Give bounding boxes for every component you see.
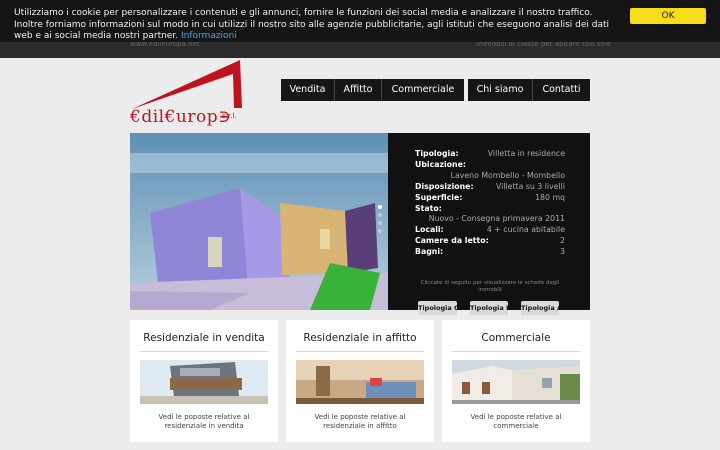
cookie-ok-button[interactable]: OK	[630, 8, 706, 24]
detail-value: 3	[560, 247, 565, 257]
tab-tipologia-a[interactable]: Tipologia A	[521, 301, 559, 315]
tabs-hint: Cliccate di seguito per visualizzare le …	[420, 280, 560, 293]
card-title[interactable]: Residenziale in affitto	[286, 332, 434, 344]
nav-chi-siamo[interactable]: Chi siamo	[468, 79, 533, 101]
detail-label: Stato:	[415, 203, 442, 213]
detail-label: Locali:	[415, 225, 444, 235]
tab-tipologia-b[interactable]: Tipologia B	[470, 301, 508, 315]
main-nav: Vendita Affitto Commerciale	[281, 79, 464, 101]
detail-label: Superficie:	[415, 192, 463, 202]
card-residenziale-affitto[interactable]: Residenziale in affitto Vedi le poposte …	[286, 320, 434, 442]
cookie-text: Utilizziamo i cookie per personalizzare …	[14, 8, 614, 43]
detail-label: Tipologia:	[415, 149, 459, 158]
logo-suffix: s.r.l.	[222, 112, 237, 120]
detail-value: 2	[560, 236, 565, 246]
logo-brand: €dil€urop∋	[130, 107, 232, 127]
card-title[interactable]: Residenziale in vendita	[130, 332, 278, 344]
nav-contatti[interactable]: Contatti	[533, 79, 590, 101]
featured-property: Tipologia: Villetta in residence Ubicazio…	[130, 133, 590, 315]
property-details: Tipologia: Villetta in residence Ubicazio…	[415, 149, 565, 258]
card-image[interactable]	[452, 360, 580, 404]
cookie-banner: Utilizziamo i cookie per personalizzare …	[0, 0, 720, 42]
cookie-info-link[interactable]: Informazioni	[181, 31, 237, 41]
nav-vendita[interactable]: Vendita	[281, 79, 335, 101]
card-title[interactable]: Commerciale	[442, 332, 590, 344]
nav-affitto[interactable]: Affitto	[335, 79, 382, 101]
detail-label: Bagni:	[415, 247, 444, 257]
detail-value: 4 + cucina abitabile	[486, 225, 565, 235]
card-image[interactable]	[140, 360, 268, 404]
slider-dot[interactable]	[378, 213, 382, 217]
nav-commerciale[interactable]: Commerciale	[382, 79, 464, 101]
card-description: Vedi le poposte relative al commerciale	[470, 413, 562, 430]
detail-label: Camere da letto:	[415, 236, 489, 246]
divider	[140, 351, 268, 352]
slider-dot[interactable]	[378, 205, 382, 209]
logo[interactable]: €dil€urop∋ s.r.l.	[130, 60, 245, 130]
detail-value: Villetta in residence	[487, 149, 565, 158]
card-description: Vedi le poposte relative al residenziale…	[314, 413, 406, 430]
divider	[452, 351, 580, 352]
card-residenziale-vendita[interactable]: Residenziale in vendita Vedi le poposte …	[130, 320, 278, 442]
card-commerciale[interactable]: Commerciale Vedi le poposte relative al …	[442, 320, 590, 442]
detail-value: Nuovo - Consegna primavera 2011	[428, 214, 565, 224]
detail-value: Laveno Mombello - Mombello	[450, 170, 565, 180]
cookie-message: Utilizziamo i cookie per personalizzare …	[14, 8, 610, 41]
detail-value: 180 mq	[535, 192, 565, 202]
secondary-nav: Chi siamo Contatti	[468, 79, 590, 101]
slider-dot[interactable]	[378, 221, 382, 225]
slider-dots	[378, 205, 384, 237]
tab-tipologia-c[interactable]: Tipologia C	[418, 301, 457, 315]
property-render-image[interactable]	[130, 133, 388, 310]
detail-value: Villetta su 3 livelli	[496, 181, 565, 191]
detail-label: Ubicazione:	[415, 159, 466, 169]
detail-label: Disposizione:	[415, 181, 474, 191]
divider	[296, 351, 424, 352]
card-image[interactable]	[296, 360, 424, 404]
slider-dot[interactable]	[378, 229, 382, 233]
card-description: Vedi le poposte relative al residenziale…	[158, 413, 250, 430]
